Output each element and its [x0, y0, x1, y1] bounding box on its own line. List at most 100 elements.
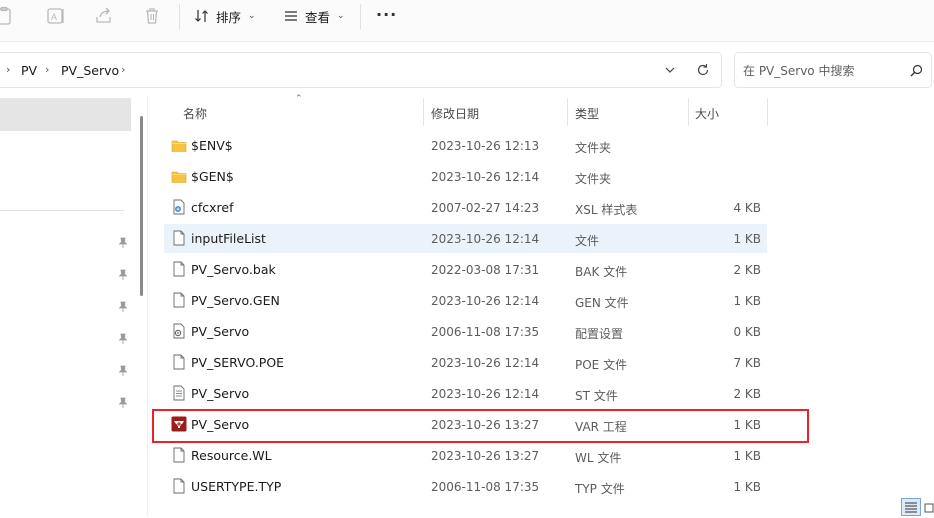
file-modified-date: 2022-03-08 17:31	[431, 263, 540, 277]
file-modified-date: 2023-10-26 12:14	[431, 387, 540, 401]
sort-ascending-icon: ⌃	[295, 94, 303, 104]
file-size: 1 KB	[733, 294, 761, 308]
toolbar-divider	[179, 4, 180, 30]
file-type: ST 文件	[575, 389, 618, 403]
column-divider[interactable]	[767, 98, 768, 126]
navigation-pane	[0, 96, 134, 516]
pane-divider	[147, 96, 148, 516]
row-pv-servo-poe[interactable]: PV_SERVO.POE 2023-10-26 12:14 POE 文件 7 KB	[164, 348, 767, 377]
file-modified-date: 2023-10-26 12:14	[431, 356, 540, 370]
view-list-icon	[285, 11, 297, 21]
svg-text:A: A	[51, 12, 57, 22]
search-icon[interactable]	[910, 64, 923, 77]
paste-icon[interactable]	[0, 5, 16, 27]
file-type: 配置设置	[575, 327, 624, 341]
column-header-type[interactable]: 类型	[575, 105, 599, 122]
folder-icon	[171, 171, 187, 183]
file-name: $GEN$	[191, 169, 234, 184]
file-type: WL 文件	[575, 451, 622, 465]
config-file-icon	[173, 323, 185, 339]
share-icon[interactable]	[93, 5, 115, 27]
file-modified-date: 2023-10-26 13:27	[431, 449, 540, 463]
command-bar: A 排序 ⌄ 查看 ⌄ ···	[0, 0, 934, 42]
sort-label: 排序	[216, 9, 242, 25]
file-size: 1 KB	[733, 449, 761, 463]
row-pv-servo-gen[interactable]: PV_Servo.GEN 2023-10-26 12:14 GEN 文件 1 KB	[164, 286, 767, 315]
breadcrumb-pv[interactable]: PV	[21, 63, 37, 78]
file-modified-date: 2006-11-08 17:35	[431, 480, 540, 494]
nav-divider	[0, 210, 124, 211]
file-name: inputFileList	[191, 231, 266, 246]
chevron-right-icon: ›	[45, 63, 50, 76]
pin-icon[interactable]	[117, 269, 129, 281]
search-input[interactable]	[743, 62, 903, 80]
file-modified-date: 2007-02-27 14:23	[431, 201, 540, 215]
pin-icon[interactable]	[117, 397, 129, 409]
file-name: PV_Servo	[191, 386, 250, 401]
file-name: $ENV$	[191, 138, 233, 153]
more-options-button[interactable]: ···	[376, 5, 397, 24]
folder-icon	[171, 140, 187, 152]
breadcrumb-pv-servo[interactable]: PV_Servo	[61, 63, 119, 78]
row-usertype-typ[interactable]: USERTYPE.TYP 2006-11-08 17:35 TYP 文件 1 KB	[164, 472, 767, 501]
file-name: PV_Servo	[191, 324, 250, 339]
sort-button[interactable]: 排序 ⌄	[194, 4, 256, 28]
tiles-view-icon[interactable]	[924, 501, 934, 515]
row-env-folder[interactable]: $ENV$ 2023-10-26 12:13 文件夹	[164, 131, 767, 160]
row-gen-folder[interactable]: $GEN$ 2023-10-26 12:14 文件夹	[164, 162, 767, 191]
file-icon	[173, 354, 185, 370]
file-type: 文件夹	[575, 141, 612, 155]
row-cfcxref[interactable]: cfcxref 2007-02-27 14:23 XSL 样式表 4 KB	[164, 193, 767, 222]
row-pv-servo-st[interactable]: PV_Servo 2023-10-26 12:14 ST 文件 2 KB	[164, 379, 767, 408]
details-view-icon	[905, 502, 917, 513]
row-pv-servo-bak[interactable]: PV_Servo.bak 2022-03-08 17:31 BAK 文件 2 KB	[164, 255, 767, 284]
file-name: cfcxref	[191, 200, 234, 215]
pin-icon[interactable]	[117, 301, 129, 313]
file-modified-date: 2023-10-26 12:14	[431, 232, 540, 246]
chevron-right-icon: ›	[6, 63, 11, 76]
file-size: 0 KB	[733, 325, 761, 339]
file-size: 4 KB	[733, 201, 761, 215]
file-type: 文件	[575, 234, 600, 248]
column-header-date[interactable]: 修改日期	[431, 105, 479, 122]
file-type: BAK 文件	[575, 265, 628, 279]
search-box[interactable]	[734, 52, 932, 88]
refresh-icon[interactable]	[696, 63, 710, 77]
nav-selected-item[interactable]	[0, 98, 131, 131]
pin-icon[interactable]	[117, 365, 129, 377]
file-type: TYP 文件	[575, 482, 625, 496]
file-icon	[173, 478, 185, 494]
file-type: 文件夹	[575, 172, 612, 186]
file-modified-date: 2023-10-26 12:14	[431, 170, 540, 184]
column-divider[interactable]	[567, 98, 568, 126]
row-pv-servo-config[interactable]: PV_Servo 2006-11-08 17:35 配置设置 0 KB	[164, 317, 767, 346]
file-modified-date: 2023-10-26 12:14	[431, 294, 540, 308]
nav-scrollbar[interactable]	[140, 116, 143, 296]
address-history-chevron-icon[interactable]	[664, 64, 676, 76]
pin-icon[interactable]	[117, 237, 129, 249]
file-icon	[173, 292, 185, 308]
chevron-right-icon[interactable]: ›	[121, 63, 125, 76]
xsl-file-icon	[173, 199, 185, 215]
column-divider[interactable]	[688, 98, 689, 126]
highlight-box	[152, 409, 809, 443]
file-type: POE 文件	[575, 358, 628, 372]
pin-icon[interactable]	[117, 333, 129, 345]
column-divider[interactable]	[423, 98, 424, 126]
view-button[interactable]: 查看 ⌄	[283, 4, 345, 28]
file-icon	[173, 261, 185, 277]
file-type: GEN 文件	[575, 296, 629, 310]
file-type: XSL 样式表	[575, 203, 638, 217]
file-size: 2 KB	[733, 263, 761, 277]
file-name: Resource.WL	[191, 448, 272, 463]
column-header-name[interactable]: 名称	[183, 105, 207, 122]
row-inputfilelist[interactable]: inputFileList 2023-10-26 12:14 文件 1 KB	[164, 224, 767, 253]
row-resource-wl[interactable]: Resource.WL 2023-10-26 13:27 WL 文件 1 KB	[164, 441, 767, 470]
file-name: USERTYPE.TYP	[191, 479, 282, 494]
file-size: 1 KB	[733, 232, 761, 246]
details-view-button[interactable]	[901, 498, 921, 516]
address-bar[interactable]: › PV › PV_Servo ›	[0, 52, 722, 88]
column-header-size[interactable]: 大小	[695, 105, 719, 122]
rename-icon[interactable]: A	[45, 5, 67, 27]
delete-icon[interactable]	[141, 5, 163, 27]
